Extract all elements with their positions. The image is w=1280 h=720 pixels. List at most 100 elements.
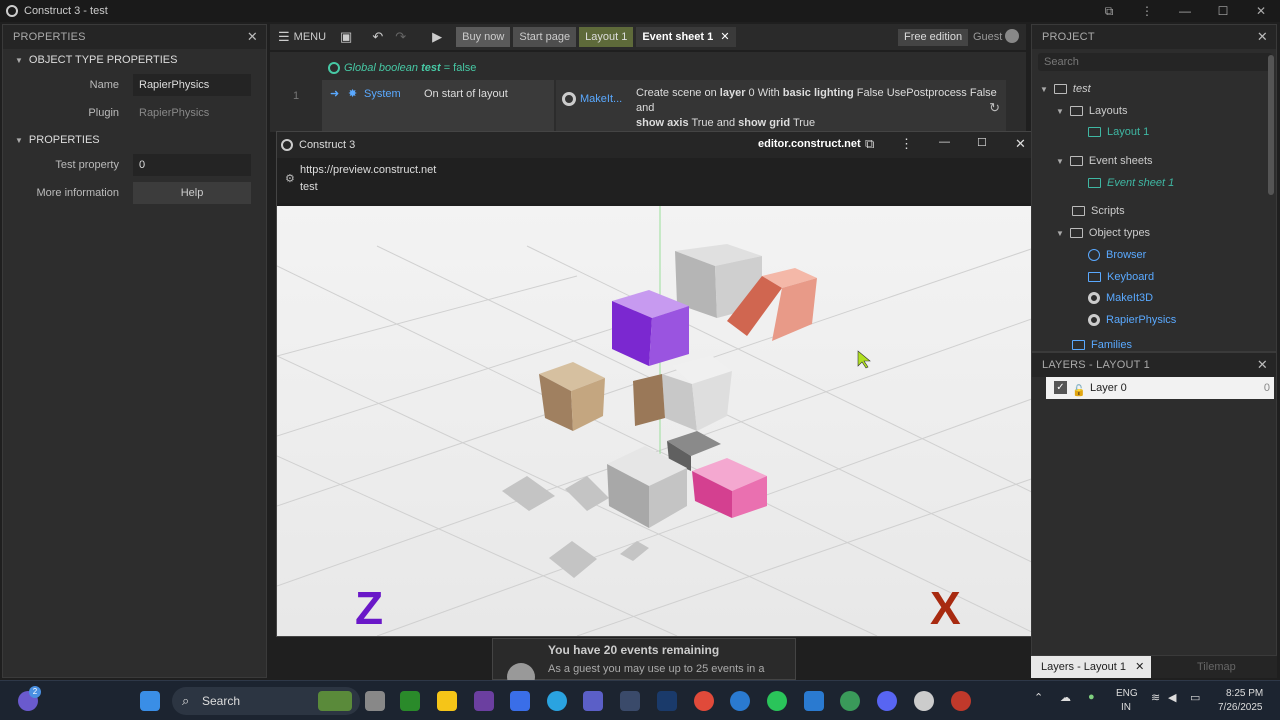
volume-icon[interactable]: ◀ bbox=[1168, 691, 1176, 704]
tree-object-keyboard[interactable]: Keyboard bbox=[1088, 271, 1154, 283]
maximize-button[interactable]: ☐ bbox=[977, 136, 987, 149]
whatsapp-icon[interactable] bbox=[767, 691, 787, 711]
name-field[interactable]: RapierPhysics bbox=[133, 74, 251, 96]
object-type-properties-section[interactable]: ▼ OBJECT TYPE PROPERTIES bbox=[3, 49, 266, 71]
tree-label: Keyboard bbox=[1107, 271, 1155, 283]
expand-arrow-icon: ▼ bbox=[1056, 157, 1064, 166]
copilot-icon[interactable] bbox=[510, 691, 530, 711]
event-condition-block[interactable]: ➜ ✸ System On start of layout bbox=[322, 80, 554, 132]
language-sub-label[interactable]: IN bbox=[1121, 702, 1131, 713]
close-icon[interactable]: ✕ bbox=[247, 25, 258, 49]
tab-layout-1[interactable]: Layout 1 bbox=[579, 27, 634, 47]
maximize-button[interactable]: ☐ bbox=[1204, 4, 1242, 18]
start-button-icon[interactable] bbox=[140, 691, 160, 711]
tab-event-sheet-1[interactable]: Event sheet 1 ✕ bbox=[636, 27, 736, 47]
expand-arrow-icon: ▼ bbox=[1056, 229, 1064, 238]
clock-time[interactable]: 8:25 PM bbox=[1226, 688, 1263, 699]
close-button[interactable]: ✕ bbox=[1015, 136, 1026, 152]
test-property-field[interactable]: 0 bbox=[133, 154, 251, 176]
clock-date[interactable]: 7/26/2025 bbox=[1218, 702, 1263, 713]
vscode-icon[interactable] bbox=[804, 691, 824, 711]
minimize-button[interactable]: — bbox=[939, 136, 950, 148]
app-icon[interactable] bbox=[474, 691, 494, 711]
file-explorer-icon[interactable] bbox=[437, 691, 457, 711]
tree-layout-1[interactable]: Layout 1 bbox=[1088, 126, 1149, 138]
preview-play-icon[interactable]: ▶ bbox=[432, 29, 442, 45]
tab-layers-layout-1[interactable]: Layers - Layout 1 ✕ bbox=[1031, 656, 1151, 678]
edge-icon[interactable] bbox=[730, 691, 750, 711]
task-view-icon[interactable] bbox=[365, 691, 385, 711]
event-action-block[interactable]: MakeIt... Create scene on layer 0 With b… bbox=[556, 80, 1006, 132]
game-canvas[interactable]: Z X bbox=[277, 206, 1040, 636]
tree-object-browser[interactable]: Browser bbox=[1088, 249, 1146, 262]
tree-object-makeit3d[interactable]: MakeIt3D bbox=[1088, 292, 1153, 305]
project-title: PROJECT bbox=[1042, 31, 1095, 43]
project-search-input[interactable]: Search bbox=[1038, 53, 1272, 71]
tree-event-sheet-1[interactable]: Event sheet 1 bbox=[1088, 177, 1174, 189]
close-button[interactable]: ✕ bbox=[1242, 4, 1280, 18]
close-icon[interactable]: ✕ bbox=[1257, 353, 1268, 377]
tree-object-types[interactable]: ▼ Object types bbox=[1056, 227, 1150, 239]
microphone-icon[interactable]: ● bbox=[1088, 691, 1095, 703]
globe-icon bbox=[328, 62, 340, 75]
minimize-button[interactable]: — bbox=[1166, 4, 1204, 18]
undo-icon[interactable]: ↶ bbox=[372, 29, 383, 45]
discord-icon[interactable] bbox=[877, 691, 897, 711]
cloud-icon[interactable]: ☁ bbox=[1060, 691, 1071, 704]
site-settings-icon[interactable]: ⚙ bbox=[285, 172, 295, 185]
battery-icon[interactable]: ▭ bbox=[1190, 691, 1200, 704]
chevron-up-icon[interactable]: ⌃ bbox=[1034, 691, 1043, 704]
tab-start-page[interactable]: Start page bbox=[513, 27, 577, 47]
chrome-icon[interactable] bbox=[694, 691, 714, 711]
close-tab-icon[interactable]: ✕ bbox=[1135, 661, 1144, 673]
app-icon[interactable] bbox=[951, 691, 971, 711]
more-menu-icon[interactable]: ⋮ bbox=[900, 136, 913, 152]
buy-now-button[interactable]: Buy now bbox=[456, 27, 511, 47]
extension-icon[interactable]: ⧉ bbox=[1090, 4, 1128, 19]
app-icon[interactable] bbox=[620, 691, 640, 711]
preview-url[interactable]: https://preview.construct.net bbox=[300, 164, 436, 176]
tree-layouts[interactable]: ▼ Layouts bbox=[1056, 105, 1127, 117]
global-variable[interactable]: Global boolean test = false bbox=[328, 62, 476, 75]
language-label[interactable]: ENG bbox=[1116, 688, 1138, 699]
redo-icon[interactable]: ↷ bbox=[395, 29, 406, 45]
3d-scene[interactable]: Z X bbox=[277, 206, 1040, 636]
user-avatar-icon[interactable] bbox=[1005, 29, 1019, 43]
save-icon[interactable]: ▣ bbox=[340, 29, 352, 45]
tree-root-label: test bbox=[1072, 83, 1091, 95]
user-label[interactable]: Guest bbox=[973, 31, 1002, 43]
more-menu-icon[interactable]: ⋮ bbox=[1128, 4, 1166, 18]
construct-taskbar-icon[interactable] bbox=[914, 691, 934, 711]
taskbar-search-box[interactable]: ⌕ Search bbox=[172, 687, 360, 715]
tree-scripts[interactable]: Scripts bbox=[1072, 205, 1125, 217]
telegram-icon[interactable] bbox=[547, 691, 567, 711]
chrome-profile-icon[interactable] bbox=[840, 691, 860, 711]
menu-icon[interactable]: ☰ bbox=[278, 29, 290, 45]
extension-icon[interactable]: ⧉ bbox=[865, 136, 874, 152]
folder-icon bbox=[1069, 106, 1083, 117]
lock-icon[interactable]: 🔓 bbox=[1072, 380, 1086, 402]
nvidia-icon[interactable] bbox=[400, 691, 420, 711]
families-icon bbox=[1072, 340, 1085, 351]
refresh-icon[interactable]: ↻ bbox=[989, 100, 1000, 116]
tree-event-sheets[interactable]: ▼ Event sheets bbox=[1056, 155, 1153, 167]
photoshop-icon[interactable] bbox=[657, 691, 677, 711]
bottom-tab-bar: Layers - Layout 1 ✕ Tilemap bbox=[1031, 656, 1277, 678]
wifi-icon[interactable]: ≋ bbox=[1151, 691, 1160, 704]
layer-row[interactable]: ✓ 🔓 Layer 0 0 bbox=[1046, 377, 1274, 399]
tree-families[interactable]: Families bbox=[1072, 339, 1132, 351]
tree-object-rapierphysics[interactable]: RapierPhysics bbox=[1088, 314, 1176, 327]
cube-tan-mid bbox=[633, 374, 665, 426]
properties-section[interactable]: ▼ PROPERTIES bbox=[3, 129, 266, 151]
tree-root[interactable]: ▼ test bbox=[1040, 83, 1091, 95]
close-icon[interactable]: ✕ bbox=[1257, 25, 1268, 49]
help-button[interactable]: Help bbox=[133, 182, 251, 204]
project-scrollbar[interactable] bbox=[1268, 55, 1274, 195]
menu-button[interactable]: MENU bbox=[294, 31, 326, 43]
free-edition-badge[interactable]: Free edition bbox=[898, 29, 969, 46]
tab-tilemap[interactable]: Tilemap bbox=[1197, 661, 1236, 673]
notice-title: You have 20 events remaining bbox=[548, 643, 720, 657]
teams-icon[interactable] bbox=[583, 691, 603, 711]
close-tab-icon[interactable]: ✕ bbox=[720, 31, 729, 43]
visible-checkbox[interactable]: ✓ bbox=[1054, 381, 1067, 394]
